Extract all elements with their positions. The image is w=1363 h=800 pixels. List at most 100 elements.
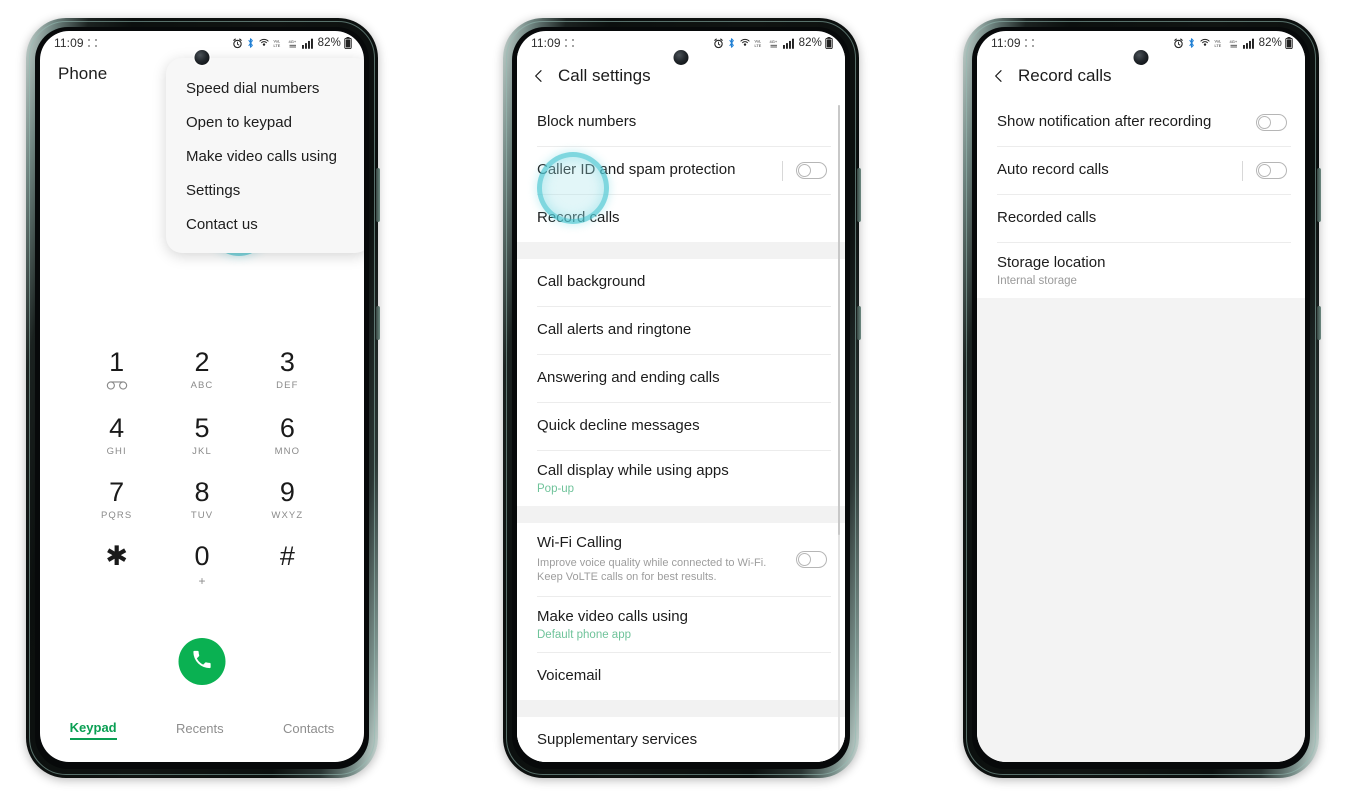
back-icon[interactable] — [991, 68, 1007, 84]
call-button[interactable] — [178, 638, 226, 685]
row-call-alerts-ringtone[interactable]: Call alerts and ringtone — [517, 307, 845, 354]
key-9[interactable]: 9 WXYZ — [245, 479, 330, 522]
key-4[interactable]: 4 GHI — [74, 413, 159, 458]
row-quick-decline-messages[interactable]: Quick decline messages — [517, 403, 845, 450]
key-1[interactable]: 1 — [74, 349, 159, 393]
row-answering-ending-calls[interactable]: Answering and ending calls — [517, 355, 845, 402]
row-title: Supplementary services — [537, 731, 698, 749]
volume-button[interactable] — [376, 168, 380, 222]
phone-device-2: 11:09 VoL LTE 4G+ 82% Call settings Bloc… — [503, 18, 861, 778]
key-letters: ABC — [190, 380, 214, 391]
menu-item-contact-us[interactable]: Contact us — [166, 207, 364, 241]
row-recorded-calls[interactable]: Recorded calls — [977, 195, 1305, 242]
toggle-wifi-calling[interactable] — [796, 550, 827, 568]
tab-contacts[interactable]: Contacts — [283, 721, 334, 739]
row-subtitle: Default phone app — [537, 628, 631, 641]
key-6[interactable]: 6 MNO — [245, 415, 330, 458]
key-2[interactable]: 2 ABC — [159, 349, 244, 393]
menu-item-open-to-keypad[interactable]: Open to keypad — [166, 105, 364, 139]
tab-keypad[interactable]: Keypad — [69, 720, 117, 740]
phone-screen-1: 11:09 VoL LTE 4G+ 82% Phone Speed dial n… — [40, 31, 364, 762]
toggle-auto-record-calls[interactable] — [1256, 162, 1287, 179]
row-title: Storage location — [997, 254, 1106, 271]
group-gap — [517, 699, 845, 717]
row-record-calls[interactable]: Record calls — [517, 195, 845, 242]
dual-sim-icon — [564, 38, 576, 49]
alarm-icon — [1173, 38, 1184, 49]
svg-text:LTE: LTE — [273, 44, 280, 48]
key-letters: MNO — [274, 446, 301, 457]
row-title: Caller ID and spam protection — [537, 161, 736, 179]
row-caller-id-spam[interactable]: Caller ID and spam protection — [517, 147, 845, 194]
row-call-display-apps[interactable]: Call display while using apps Pop-up — [517, 451, 845, 506]
row-block-numbers[interactable]: Block numbers — [517, 99, 845, 146]
key-digit: 4 — [109, 413, 125, 443]
toggle-show-notification[interactable] — [1256, 114, 1287, 131]
4g-plus-icon: 4G+ — [288, 38, 299, 49]
key-letters: PQRS — [101, 510, 133, 521]
power-button[interactable] — [376, 306, 380, 340]
key-letters: DEF — [276, 380, 299, 391]
battery-percent: 82% — [798, 37, 822, 49]
key-digit: 8 — [194, 477, 210, 507]
toggle-caller-id-spam[interactable] — [796, 162, 827, 179]
svg-text:LTE: LTE — [1214, 44, 1221, 48]
row-title: Wi-Fi Calling — [537, 533, 623, 551]
row-subtitle: Pop-up — [537, 482, 575, 495]
svg-text:4G+: 4G+ — [288, 39, 296, 44]
row-show-notification-after-recording[interactable]: Show notification after recording — [977, 99, 1305, 146]
phone-bezel-3: 11:09 VoL LTE 4G+ 82% Record calls Show … — [972, 27, 1310, 769]
menu-item-settings[interactable]: Settings — [166, 173, 364, 207]
row-title: Call display while using apps — [537, 462, 729, 479]
power-button[interactable] — [1317, 306, 1321, 340]
row-title: Voicemail — [537, 667, 602, 685]
settings-group-2: Call background Call alerts and ringtone… — [517, 259, 845, 506]
key-digit: 3 — [279, 347, 295, 377]
group-gap — [517, 242, 845, 259]
row-supplementary-services[interactable]: Supplementary services — [517, 717, 845, 762]
tab-recents[interactable]: Recents — [176, 721, 224, 739]
svg-text:VoL: VoL — [273, 39, 280, 43]
back-icon[interactable] — [531, 68, 547, 84]
phone-bezel-1: 11:09 VoL LTE 4G+ 82% Phone Speed dial n… — [35, 27, 369, 769]
volte-icon: VoL LTE — [1214, 38, 1226, 49]
battery-icon — [1285, 37, 1293, 49]
row-title: Record calls — [537, 209, 620, 227]
row-title: Show notification after recording — [997, 113, 1212, 131]
svg-text:4G+: 4G+ — [769, 39, 777, 44]
row-title: Auto record calls — [997, 161, 1109, 179]
row-title: Call alerts and ringtone — [537, 321, 692, 339]
row-storage-location[interactable]: Storage location Internal storage — [977, 243, 1305, 298]
power-button[interactable] — [857, 306, 861, 340]
settings-group-4: Supplementary services — [517, 716, 845, 762]
phone-screen-3: 11:09 VoL LTE 4G+ 82% Record calls Show … — [977, 31, 1305, 762]
row-auto-record-calls[interactable]: Auto record calls — [977, 147, 1305, 194]
key-digit: ✱ — [105, 541, 128, 571]
bluetooth-icon — [727, 37, 736, 49]
key-3[interactable]: 3 DEF — [245, 349, 330, 393]
key-5[interactable]: 5 JKL — [159, 415, 244, 458]
key-digit: # — [279, 541, 295, 571]
row-title: Answering and ending calls — [537, 369, 720, 387]
dual-sim-icon — [1024, 38, 1036, 49]
menu-item-speed-dial[interactable]: Speed dial numbers — [166, 71, 364, 105]
key-8[interactable]: 8 TUV — [159, 477, 244, 522]
volume-button[interactable] — [857, 168, 861, 222]
key-digit: 7 — [109, 477, 125, 507]
settings-list-3[interactable]: Show notification after recording Auto r… — [977, 99, 1305, 762]
row-title: Call background — [537, 273, 646, 291]
key-0[interactable]: 0 + — [159, 543, 244, 589]
bottom-tab-bar: Keypad Recents Contacts — [40, 720, 364, 740]
volume-button[interactable] — [1317, 168, 1321, 222]
key-hash[interactable]: # — [245, 543, 330, 588]
key-7[interactable]: 7 PQRS — [74, 477, 159, 522]
settings-list-2[interactable]: Block numbers Caller ID and spam protect… — [517, 99, 845, 762]
menu-item-make-video-calls[interactable]: Make video calls using — [166, 139, 364, 173]
signal-bars-icon — [301, 38, 314, 49]
row-voicemail[interactable]: Voicemail — [517, 653, 845, 700]
key-star[interactable]: ✱ — [74, 543, 159, 588]
row-make-video-calls-using[interactable]: Make video calls using Default phone app — [517, 597, 845, 652]
row-wifi-calling[interactable]: Wi-Fi Calling Improve voice quality whil… — [517, 523, 845, 596]
key-letters: TUV — [190, 510, 214, 521]
row-call-background[interactable]: Call background — [517, 259, 845, 306]
